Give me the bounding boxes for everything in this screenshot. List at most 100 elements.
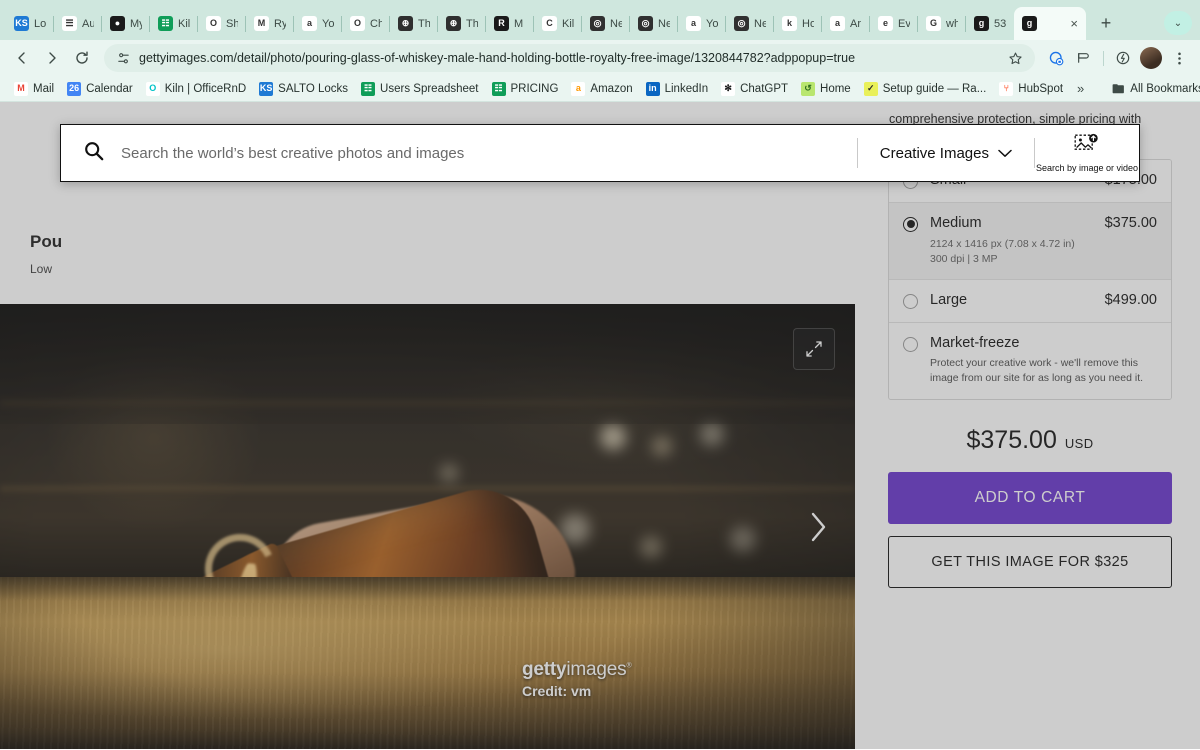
browser-tab[interactable]: e Ev (869, 7, 918, 40)
google-sheets-icon: ☷ (491, 81, 506, 96)
browser-tab[interactable]: ◎ Ne (629, 7, 678, 40)
size-option-row[interactable]: Large $499.00 (889, 280, 1171, 323)
watermark-images: images (566, 659, 627, 680)
bookmark-item[interactable]: ✓ Setup guide — Ra... (858, 79, 993, 99)
tab-title: Th (418, 17, 430, 30)
getty-icon: g (1022, 16, 1037, 31)
reading-list-icon[interactable] (1043, 45, 1069, 71)
bookmark-item[interactable]: ✻ ChatGPT (715, 79, 794, 99)
home-green-icon: ↺ (801, 81, 816, 96)
salto-icon: KS (14, 16, 29, 31)
browser-tab[interactable]: C Kil (533, 7, 582, 40)
bookmark-item[interactable]: ☷ PRICING (486, 79, 565, 99)
watermark-getty: getty (522, 659, 567, 680)
creative-images-dropdown[interactable]: Creative Images (858, 125, 1034, 181)
site-settings-icon[interactable] (116, 51, 131, 66)
bookmark-item[interactable]: M Mail (8, 79, 60, 99)
browser-tab[interactable]: ☰ Au (53, 7, 102, 40)
browser-tab[interactable]: a Ar (821, 7, 870, 40)
tab-title: 53 (994, 17, 1006, 30)
search-by-image-button[interactable]: Search by image or video (1035, 125, 1139, 181)
forward-button[interactable] (38, 44, 66, 72)
photo-title: Pou (30, 232, 63, 251)
bookmark-label: Calendar (86, 82, 133, 95)
browser-tab[interactable]: RM (485, 7, 534, 40)
setup-guide-icon: ✓ (863, 81, 878, 96)
browser-tab[interactable]: O Sh (197, 7, 246, 40)
expand-icon[interactable] (793, 328, 835, 370)
browser-tab[interactable]: g × (1014, 7, 1086, 40)
chevron-down-icon (998, 145, 1012, 162)
browser-tab[interactable]: O Ch (341, 7, 390, 40)
tab-title: Ev (898, 17, 910, 30)
radio-button[interactable] (903, 336, 918, 352)
browser-tab[interactable]: k Ho (773, 7, 822, 40)
browser-tab[interactable]: a Yo (677, 7, 726, 40)
tab-title: Ch (370, 17, 382, 30)
bookmark-label: Kiln | OfficeRnD (164, 82, 247, 95)
tab-search-button[interactable]: ⌄ (1164, 11, 1192, 35)
size-option-row[interactable]: Medium 2124 x 1416 px (7.08 x 4.72 in) 300… (889, 202, 1171, 281)
new-tab-button[interactable]: + (1092, 9, 1120, 37)
tab-title: Yo (322, 17, 334, 30)
getty-watermark: gettyimages® Credit: vm (522, 659, 632, 699)
chrome-menu-icon[interactable] (1166, 45, 1192, 71)
bookmark-label: LinkedIn (664, 82, 709, 95)
search-input[interactable]: Search the world’s best creative photos … (61, 125, 857, 181)
browser-tab[interactable]: ⊕ Th (389, 7, 438, 40)
hero-photo[interactable]: gettyimages® Credit: vm (0, 304, 855, 749)
bookmark-label: Home (820, 82, 851, 95)
size-option-name: Large (930, 292, 968, 309)
size-option-row[interactable]: Market-freeze Protect your creative work … (889, 322, 1171, 399)
bookmark-item[interactable]: O Kiln | OfficeRnD (140, 79, 252, 99)
performance-icon[interactable] (1110, 45, 1136, 71)
extensions-icon[interactable] (1071, 45, 1097, 71)
address-bar[interactable]: gettyimages.com/detail/photo/pouring-gla… (104, 44, 1035, 72)
bookmark-item[interactable]: a Amazon (565, 79, 638, 99)
add-to-cart-button[interactable]: ADD TO CART (888, 471, 1172, 524)
bookmarks-overflow-button[interactable]: » (1070, 79, 1091, 98)
tab-title: My (130, 17, 142, 30)
chevron-right-icon[interactable] (801, 503, 835, 551)
profile-avatar[interactable] (1140, 47, 1162, 69)
radio-button[interactable] (903, 216, 918, 232)
back-button[interactable] (8, 44, 36, 72)
address-bar-url: gettyimages.com/detail/photo/pouring-gla… (139, 51, 856, 65)
tab-close-button[interactable]: × (1070, 17, 1078, 30)
browser-tab[interactable]: g 53 (965, 7, 1014, 40)
browser-tab[interactable]: ◎ Ne (581, 7, 630, 40)
radio-button[interactable] (903, 294, 918, 310)
bookmark-item[interactable]: KS SALTO Locks (253, 79, 354, 99)
browser-tab[interactable]: Gwh (917, 7, 966, 40)
bookmark-star-icon[interactable] (1008, 51, 1023, 66)
browser-tab[interactable]: ⊕ Th (437, 7, 486, 40)
browser-tab[interactable]: M Ry (245, 7, 294, 40)
reload-button[interactable] (68, 44, 96, 72)
circle-dark-icon: ● (110, 16, 125, 31)
purchase-panel: comprehensive protection, simple pricing… (880, 102, 1180, 749)
browser-tab[interactable]: ● My (101, 7, 150, 40)
salto-icon: KS (259, 81, 274, 96)
bookmark-item[interactable]: ☷ Users Spreadsheet (355, 79, 484, 99)
size-option-dimensions: 2124 x 1416 px (7.08 x 4.72 in) 300 dpi |… (930, 237, 1075, 266)
bookmark-item[interactable]: ⑂ HubSpot (993, 79, 1069, 99)
total-price: $375.00 (966, 425, 1057, 454)
bookmark-label: Amazon (590, 82, 633, 95)
bookmark-item[interactable]: in LinkedIn (640, 79, 714, 99)
all-bookmarks-button[interactable]: 🖿 All Bookmarks (1105, 79, 1200, 99)
google-icon: G (926, 16, 941, 31)
bookmark-item[interactable]: ↺ Home (795, 79, 857, 99)
browser-tab[interactable]: KS Lo (6, 7, 54, 40)
browser-tab[interactable]: a Yo (293, 7, 342, 40)
browser-tab[interactable]: ◎ Ne (725, 7, 774, 40)
tab-title: M (514, 17, 524, 30)
gmail-icon: M (254, 16, 269, 31)
get-this-image-button[interactable]: GET THIS IMAGE FOR $325 (888, 535, 1172, 588)
globe-dark-icon: ⊕ (398, 16, 413, 31)
total-price-row: $375.00 USD (880, 426, 1180, 455)
bookmark-item[interactable]: 26 Calendar (61, 79, 139, 99)
amazon-icon: a (571, 81, 586, 96)
all-bookmarks-label: All Bookmarks (1130, 82, 1200, 95)
tab-title: Ry (274, 17, 286, 30)
browser-tab[interactable]: ☷ Kil (149, 7, 198, 40)
